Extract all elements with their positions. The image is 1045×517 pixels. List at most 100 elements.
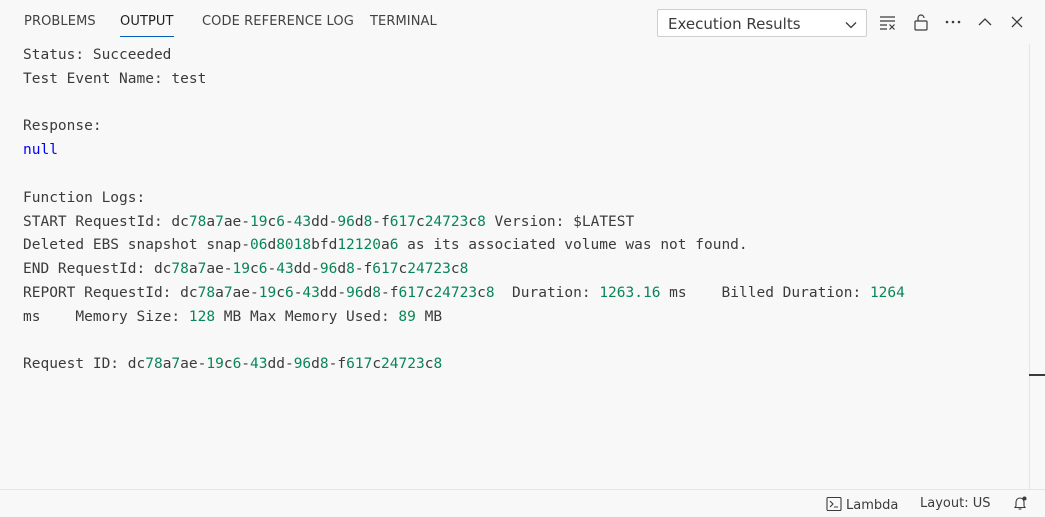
output-channel-select[interactable]: Execution Results: [657, 9, 867, 37]
output-text-segment: -: [267, 261, 277, 278]
output-text-segment: dd-: [293, 261, 320, 278]
output-line: REPORT RequestId: dc78a7ae-19c6-43dd-96d…: [23, 282, 1023, 306]
close-icon[interactable]: [1007, 12, 1027, 32]
output-log: Status: Succeeded Test Event Name: test Re…: [23, 44, 1023, 377]
status-bar: Lambda Layout: US: [0, 489, 1045, 517]
output-text-segment: c: [477, 284, 486, 301]
clear-output-icon[interactable]: [878, 12, 898, 32]
output-text-segment: -f: [372, 213, 390, 230]
output-text-segment: c: [372, 356, 382, 373]
output-line: END RequestId: dc78a7ae-19c6-43dd-96d8-f…: [23, 258, 1023, 282]
output-text-segment: Test Event Name: test: [23, 70, 207, 87]
output-text-segment: as its associated volume was not found.: [398, 237, 748, 254]
output-text-segment: 7: [223, 284, 233, 301]
output-text-segment: 24723: [407, 261, 451, 278]
output-text-segment: d: [311, 356, 320, 373]
lock-icon[interactable]: [911, 12, 931, 32]
output-text-segment: REPORT RequestId: dc: [23, 284, 198, 301]
notifications-bell-icon[interactable]: [1012, 495, 1028, 515]
output-text-segment: 8018: [276, 237, 312, 254]
output-text-segment: dd-: [267, 356, 294, 373]
output-text-segment: Duration:: [494, 284, 600, 301]
output-text-segment: 6: [276, 213, 285, 230]
output-text-segment: 8: [477, 213, 486, 230]
output-text-segment: 19: [232, 261, 251, 278]
output-text-segment: ms Billed Duration:: [660, 284, 870, 301]
output-text-segment: 78: [171, 261, 189, 278]
output-text-segment: 8: [363, 213, 373, 230]
scrollbar-position-marker[interactable]: [1029, 374, 1045, 376]
output-text-segment: a: [215, 284, 224, 301]
output-text-segment: 6: [232, 356, 242, 373]
output-text-segment: 617: [346, 356, 373, 373]
output-text-segment: dd-: [319, 284, 347, 301]
output-text-segment: ae-: [223, 213, 251, 230]
output-line: Function Logs:: [23, 187, 1023, 211]
output-line: Response:: [23, 115, 1023, 139]
output-text-segment: c: [276, 284, 285, 301]
lambda-label: Lambda: [846, 498, 899, 513]
output-text-segment: 8: [372, 284, 382, 301]
output-text-segment: 89: [398, 308, 416, 325]
chevron-down-icon: [844, 17, 858, 36]
output-text-segment: -: [284, 213, 294, 230]
output-text-segment: d: [354, 213, 364, 230]
output-text-segment: d: [337, 261, 347, 278]
output-text-segment: 43: [293, 213, 312, 230]
maximize-panel-icon[interactable]: [975, 12, 995, 32]
output-text-segment: 19: [250, 213, 268, 230]
output-text-segment: MB: [415, 308, 443, 325]
tab-problems[interactable]: PROBLEMS: [24, 14, 96, 29]
output-text-segment: -f: [381, 284, 399, 301]
output-text-segment: dd-: [311, 213, 338, 230]
tab-terminal[interactable]: TERMINAL: [370, 14, 437, 29]
output-text-segment: 43: [250, 356, 268, 373]
output-text-segment: 128: [188, 308, 216, 325]
output-line: START RequestId: dc78a7ae-19c6-43dd-96d8…: [23, 211, 1023, 235]
output-text-segment: 78: [188, 213, 207, 230]
output-text-segment: a: [206, 213, 216, 230]
panel-tab-bar: PROBLEMS OUTPUT CODE REFERENCE LOG TERMI…: [0, 0, 1045, 44]
output-text-segment: 617: [372, 261, 399, 278]
tab-code-reference-log[interactable]: CODE REFERENCE LOG: [202, 14, 354, 29]
output-text-segment: Function Logs:: [23, 189, 146, 206]
output-text-segment: START RequestId: dc: [23, 213, 189, 230]
output-text-segment: 8: [433, 356, 443, 373]
more-actions-icon[interactable]: [943, 12, 963, 32]
output-text-segment: a: [188, 261, 198, 278]
output-text-segment: 12120: [337, 237, 381, 254]
output-text-segment: Deleted EBS snapshot snap-: [23, 237, 250, 254]
output-text-segment: 78: [197, 284, 216, 301]
terminal-icon: [826, 496, 842, 516]
output-text-segment: 617: [398, 284, 425, 301]
output-line: Test Event Name: test: [23, 68, 1023, 92]
output-text-segment: ae-: [206, 261, 233, 278]
output-text-segment: bfd: [311, 237, 338, 254]
output-text-segment: 1264: [869, 284, 905, 301]
output-line: ms Memory Size: 128 MB Max Memory Used: …: [23, 306, 1023, 330]
scrollbar-track: [1029, 44, 1030, 490]
output-text-segment: Version: $LATEST: [485, 213, 635, 230]
output-text-segment: 43: [302, 284, 320, 301]
output-text-segment: a: [380, 237, 390, 254]
output-text-segment: 19: [206, 356, 224, 373]
output-line: Request ID: dc78a7ae-19c6-43dd-96d8-f617…: [23, 353, 1023, 377]
output-text-segment: 96: [346, 284, 364, 301]
keyboard-layout-status[interactable]: Layout: US: [920, 496, 990, 511]
output-text-segment: Status: Succeeded: [23, 47, 172, 63]
output-channel-value: Execution Results: [668, 15, 801, 33]
lambda-status-item[interactable]: Lambda: [826, 496, 898, 516]
output-text-segment: 96: [293, 356, 312, 373]
output-text-segment: null: [23, 142, 58, 159]
output-text-segment: 96: [337, 213, 355, 230]
output-text-segment: ms Memory Size:: [23, 308, 189, 325]
output-text-segment: -f: [328, 356, 347, 373]
tab-output[interactable]: OUTPUT: [120, 14, 174, 37]
output-text-segment: c: [267, 213, 277, 230]
output-text-segment: 24723: [424, 213, 469, 230]
output-text-segment: 19: [258, 284, 277, 301]
output-text-segment: 6: [284, 284, 294, 301]
